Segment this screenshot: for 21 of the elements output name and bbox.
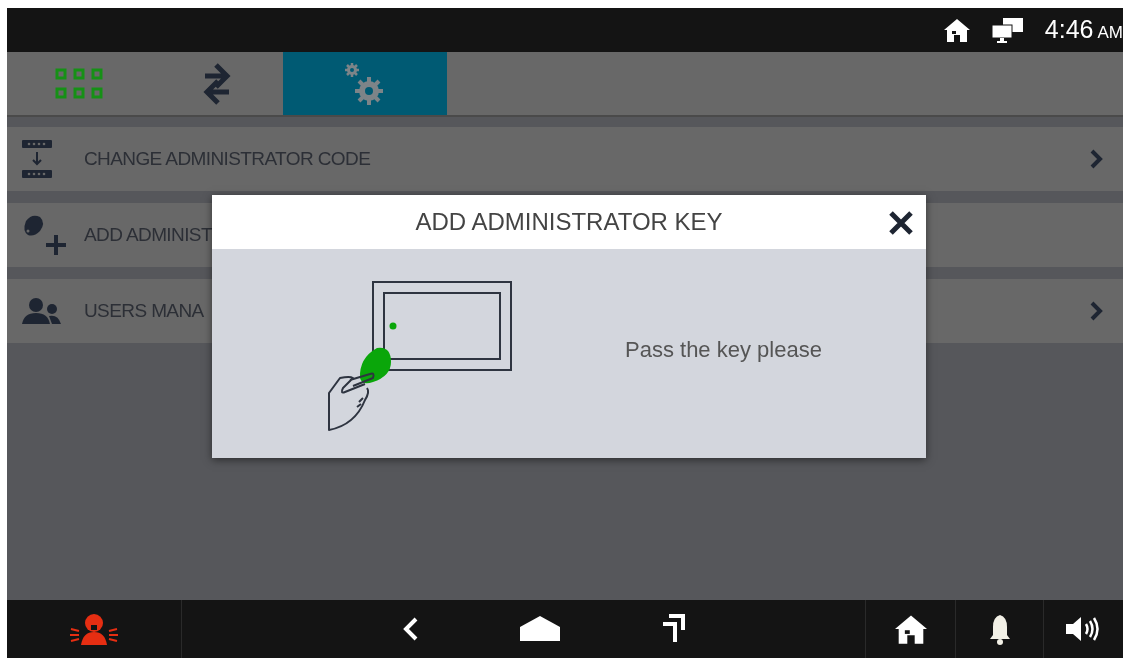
instruction-text: Pass the key please <box>625 336 822 364</box>
menu-item-label: ADD ADMINIST <box>84 222 212 247</box>
recent-apps-icon[interactable] <box>660 614 685 644</box>
keypad-code-icon <box>22 139 52 179</box>
swap-arrows-icon <box>201 60 232 107</box>
dialog-title: ADD ADMINISTRATOR KEY <box>415 207 723 237</box>
home-icon <box>942 17 971 43</box>
monitors-icon <box>990 17 1025 43</box>
users-icon <box>22 297 62 325</box>
key-tag-plus-icon <box>22 213 68 257</box>
bell-icon[interactable] <box>987 613 1012 645</box>
clock-time: 4:46 <box>1044 14 1094 46</box>
clock-meridiem: AM <box>1097 22 1123 45</box>
menu-item-label: USERS MANA <box>84 298 204 323</box>
menu-item[interactable]: CHANGE ADMINISTRATOR CODE <box>7 127 1123 191</box>
back-icon[interactable] <box>402 617 419 641</box>
alarm-person-icon[interactable] <box>69 612 119 646</box>
apps-grid-icon <box>53 66 104 101</box>
close-icon[interactable] <box>888 210 914 236</box>
home-icon[interactable] <box>518 615 561 643</box>
menu-item-label: CHANGE ADMINISTRATOR CODE <box>84 146 371 171</box>
